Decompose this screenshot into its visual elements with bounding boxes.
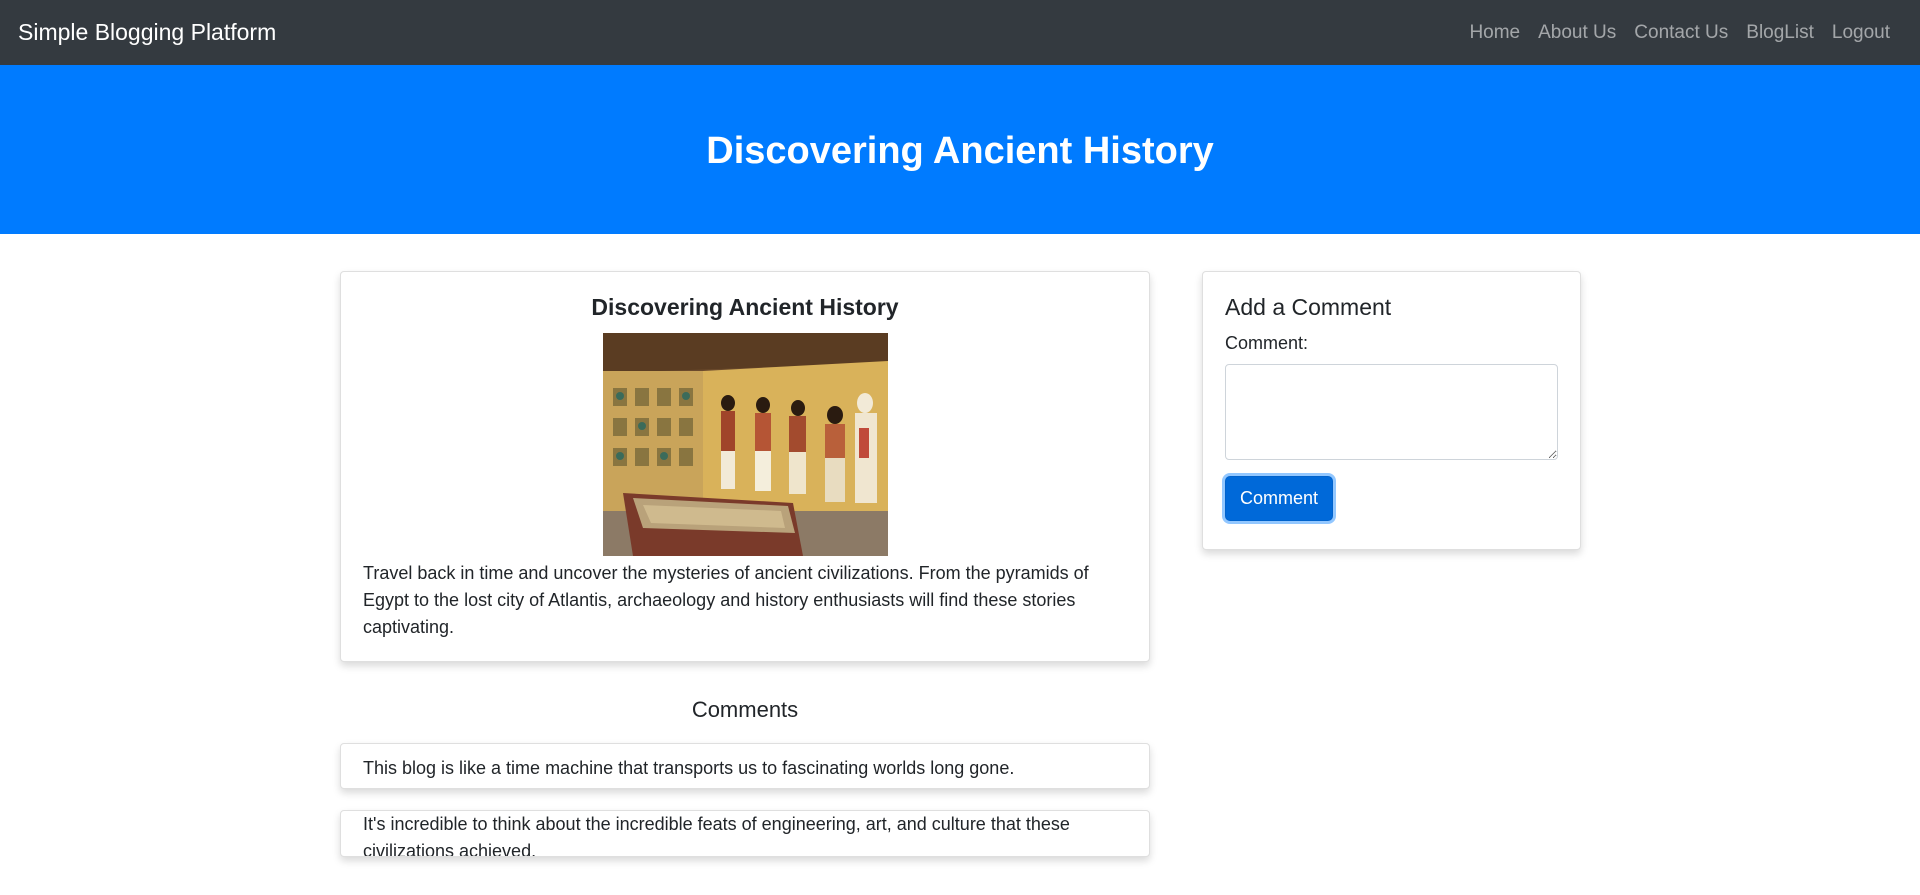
comment-item: It's incredible to think about the incre… bbox=[340, 810, 1150, 857]
post-body: Travel back in time and uncover the myst… bbox=[363, 563, 1089, 637]
comment-item: This blog is like a time machine that tr… bbox=[340, 743, 1150, 789]
comment-submit-button[interactable]: Comment bbox=[1225, 476, 1333, 521]
nav-link-home[interactable]: Home bbox=[1469, 22, 1520, 44]
nav-link-contact-us[interactable]: Contact Us bbox=[1634, 22, 1728, 44]
comment-label: Comment: bbox=[1225, 333, 1309, 353]
brand-link[interactable]: Simple Blogging Platform bbox=[18, 19, 276, 46]
hero-title: Discovering Ancient History bbox=[706, 130, 1214, 172]
blog-post-card: Discovering Ancient History Travel back … bbox=[340, 271, 1150, 662]
top-navbar: Simple Blogging Platform Home About Us C… bbox=[0, 0, 1920, 65]
hero-banner: Discovering Ancient History bbox=[0, 65, 1920, 234]
comments-title: Comments bbox=[691, 697, 799, 722]
nav-link-bloglist[interactable]: BlogList bbox=[1746, 22, 1814, 44]
nav-link-about-us[interactable]: About Us bbox=[1538, 22, 1616, 44]
nav-links: Home About Us Contact Us BlogList Logout bbox=[1469, 22, 1902, 44]
post-title: Discovering Ancient History bbox=[591, 294, 899, 320]
comment-textarea[interactable] bbox=[1225, 364, 1558, 460]
add-comment-card: Add a Comment Comment: Comment bbox=[1202, 271, 1581, 550]
post-image bbox=[602, 333, 888, 556]
nav-link-logout[interactable]: Logout bbox=[1832, 22, 1890, 44]
add-comment-heading: Add a Comment bbox=[1225, 294, 1392, 320]
